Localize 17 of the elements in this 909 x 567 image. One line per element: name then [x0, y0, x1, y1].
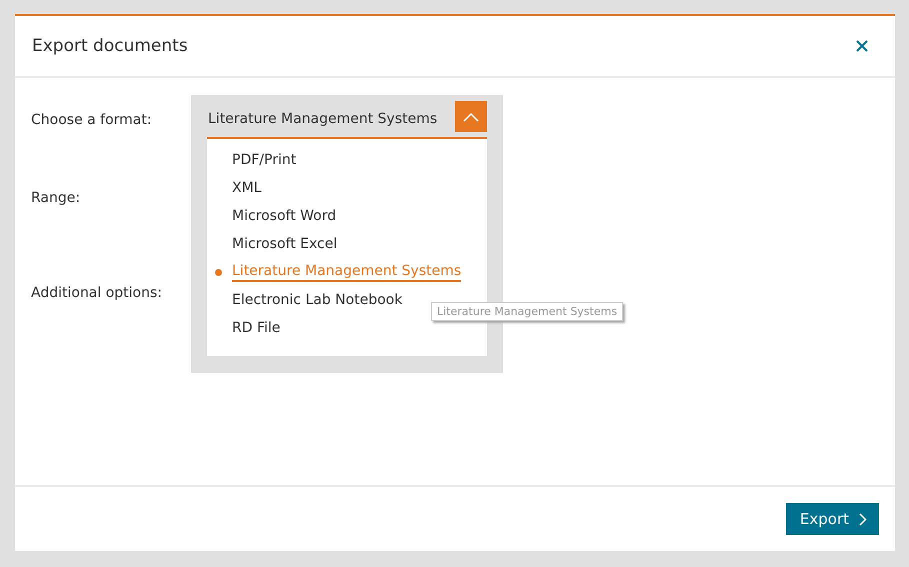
close-icon[interactable]	[856, 40, 868, 52]
field-label: Additional options:	[31, 284, 162, 303]
dropdown-toggle[interactable]	[455, 101, 487, 132]
chevron-icon	[859, 512, 867, 526]
format-option[interactable]: PDF/Print	[232, 150, 296, 170]
field-label: Choose a format:	[31, 111, 152, 130]
export-button[interactable]: Export	[786, 503, 879, 535]
field-label: Range:	[31, 189, 80, 208]
format-option[interactable]: Electronic Lab Notebook	[232, 290, 402, 310]
format-option[interactable]: XML	[232, 178, 262, 198]
dialog-title: Export documents	[32, 36, 188, 56]
format-option[interactable]: RD File	[232, 318, 280, 338]
caret-icon	[463, 112, 479, 122]
tooltip: Literature Management Systems	[431, 302, 624, 321]
format-option[interactable]: Microsoft Excel	[232, 234, 338, 254]
selected-dot	[215, 269, 222, 276]
format-option[interactable]: Microsoft Word	[232, 206, 336, 226]
